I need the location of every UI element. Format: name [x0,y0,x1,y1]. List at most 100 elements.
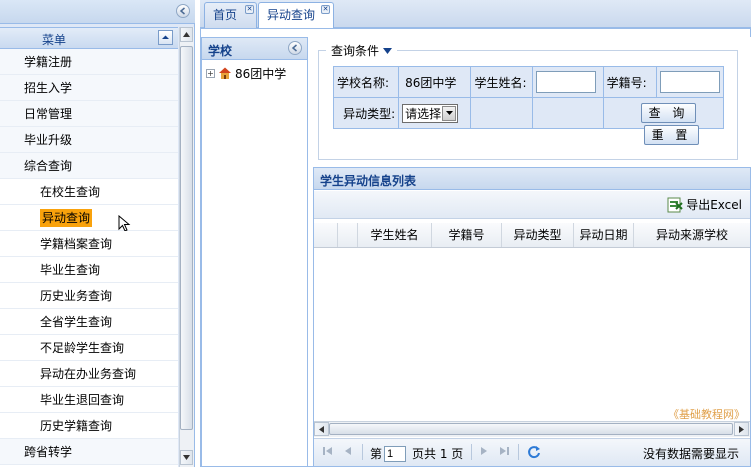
page-number-input[interactable] [384,445,407,462]
refresh-icon[interactable] [527,445,541,459]
menu-item-label: 不足龄学生查询 [40,341,125,355]
change-type-selected: 请选择 [405,106,442,121]
change-type-label: 异动类型: [332,97,400,129]
column-header-numberer [314,223,338,247]
menu-item-label: 在校生查询 [40,185,101,199]
menu-header: 菜单 [0,27,178,49]
tree-node-label: 86团中学 [235,66,287,81]
prev-page-icon[interactable] [342,445,354,457]
export-excel-label: 导出Excel [686,198,742,212]
menu-item[interactable]: 不足龄学生查询 [0,335,178,361]
scroll-left-icon[interactable] [314,422,329,436]
left-nav-panel: 菜单 学籍注册招生入学日常管理毕业升级综合查询在校生查询异动查询学籍档案查询毕业… [0,0,195,467]
tab-change-query[interactable]: 异动查询 ✕ [258,2,334,29]
menu-item[interactable]: 学籍档案查询 [0,231,178,257]
menu-item-label: 招生入学 [24,81,73,95]
menu-item-label: 历史学籍查询 [40,419,113,433]
menu-item-label: 学籍注册 [24,55,73,69]
last-page-icon[interactable] [498,445,510,457]
empty-cell [531,97,604,129]
column-header-student-name[interactable]: 学生姓名 [358,223,432,247]
menu-scroll-thumb[interactable] [180,46,193,430]
dropdown-arrow-icon[interactable] [442,105,457,121]
query-legend[interactable]: 查询条件 [326,42,398,59]
menu-item[interactable]: 学籍注册 [0,49,178,75]
school-panel-title: 学校 [208,44,233,58]
menu-item[interactable]: 异动查询 [0,205,178,232]
school-panel-header: 学校 [202,38,307,60]
separator [362,444,363,460]
menu-item[interactable]: 全省学生查询 [0,309,178,335]
student-name-label: 学生姓名: [470,66,533,98]
page-indicator: 第 页共 1 页 [370,445,463,462]
close-icon[interactable]: ✕ [245,5,254,14]
export-excel-button[interactable]: 导出Excel [667,196,742,213]
scroll-down-icon[interactable] [180,450,193,465]
column-header-change-type[interactable]: 异动类型 [502,223,574,247]
school-name-value: 86团中学 [398,66,472,98]
separator [471,444,472,460]
student-name-cell [531,66,604,98]
column-header-student-no[interactable]: 学籍号 [432,223,502,247]
menu-item-label: 毕业升级 [24,133,73,147]
menu-item[interactable]: 毕业生查询 [0,257,178,283]
menu-item[interactable]: 日常管理 [0,101,178,127]
menu-collapse-button[interactable] [158,30,173,45]
menu-item[interactable]: 招生入学 [0,75,178,101]
menu-item[interactable]: 在校生查询 [0,179,178,205]
grid-horizontal-scrollbar[interactable] [314,421,750,437]
student-no-label: 学籍号: [602,66,657,98]
menu-item-label: 异动查询 [40,209,93,227]
student-no-input[interactable] [659,71,720,93]
menu-item[interactable]: 异动在办业务查询 [0,361,178,387]
menu-item-label: 历史业务查询 [40,289,113,303]
reset-button[interactable]: 重 置 [644,125,699,145]
grid-title: 学生异动信息列表 [320,174,417,188]
page-suffix: 页共 1 页 [412,447,464,461]
student-name-input[interactable] [535,71,596,93]
scroll-right-icon[interactable] [734,422,749,436]
first-page-icon[interactable] [322,445,334,457]
menu-item[interactable]: 综合查询 [0,153,178,179]
menu-item-label: 日常管理 [24,107,73,121]
menu-item[interactable]: 历史学籍查询 [0,413,178,439]
menu-list: 学籍注册招生入学日常管理毕业升级综合查询在校生查询异动查询学籍档案查询毕业生查询… [0,49,178,467]
watermark: 《基础教程网》 [668,408,745,421]
menu-item-label: 毕业生退回查询 [40,393,125,407]
grid-toolbar: 导出Excel [314,191,750,219]
search-button[interactable]: 查 询 [641,103,696,123]
close-icon[interactable]: ✕ [321,5,330,14]
menu-item-label: 毕业生查询 [40,263,101,277]
collapse-school-icon[interactable] [288,41,302,55]
next-page-icon[interactable] [478,445,490,457]
expand-icon[interactable]: + [206,68,215,78]
tab-change-query-label: 异动查询 [267,8,316,22]
tab-strip: 首页 ✕ 异动查询 ✕ [200,0,751,29]
menu-item[interactable]: 毕业升级 [0,127,178,153]
school-name-label: 学校名称: [332,66,400,98]
page-prefix: 第 [370,447,383,461]
collapse-left-icon[interactable] [176,4,190,18]
change-type-select[interactable]: 请选择 [402,103,459,123]
column-header-source-school[interactable]: 异动来源学校 [634,223,750,247]
house-icon [218,66,232,80]
menu-item[interactable]: 跨省转学 [0,439,178,465]
grid-column-header: 学生姓名 学籍号 异动类型 异动日期 异动来源学校 [314,223,750,248]
pager-status: 没有数据需要显示 [643,447,740,461]
menu-item[interactable]: 历史业务查询 [0,283,178,309]
column-header-change-date[interactable]: 异动日期 [574,223,634,247]
menu-item[interactable]: 毕业生退回查询 [0,387,178,413]
tree-node-school[interactable]: + 86团中学 [206,65,286,81]
grid-header: 学生异动信息列表 [314,168,750,190]
menu-item-label: 跨省转学 [24,445,73,459]
tab-home[interactable]: 首页 ✕ [204,2,257,28]
change-type-cell: 请选择 [398,97,472,129]
menu-item-label: 全省学生查询 [40,315,113,329]
left-panel-header [0,0,195,24]
column-header-checkbox[interactable] [338,223,358,247]
separator [518,444,519,460]
menu-item-label: 异动在办业务查询 [40,367,137,381]
grid-scroll-thumb[interactable] [329,423,733,435]
excel-icon [667,197,683,212]
scroll-up-icon[interactable] [180,27,193,42]
